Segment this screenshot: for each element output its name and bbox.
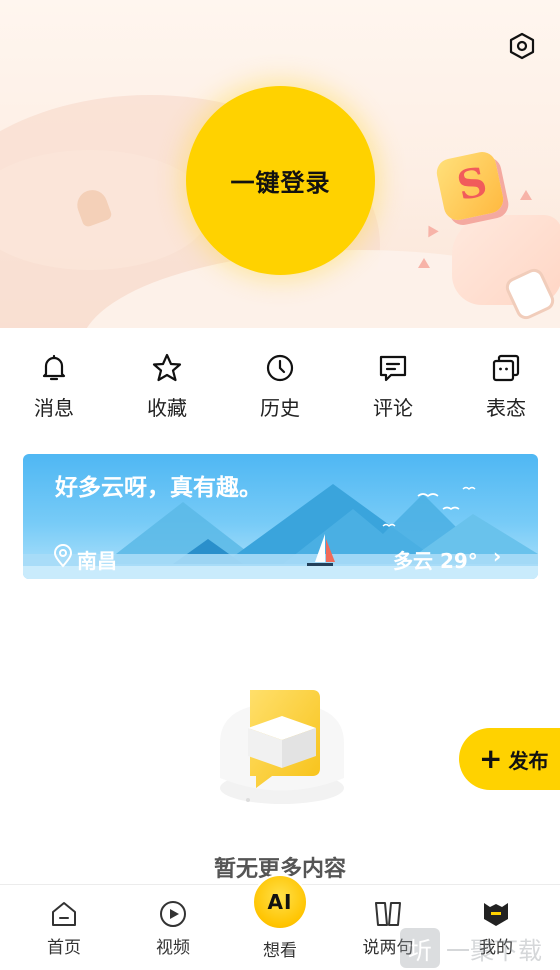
bell-icon <box>42 354 66 381</box>
quick-actions-bar: 消息 收藏 历史 评论 表态 <box>0 348 560 428</box>
hero-arrow-decoration <box>520 190 532 200</box>
action-history[interactable]: 历史 <box>240 348 320 428</box>
home-icon <box>52 902 76 926</box>
hero-arrow-decoration <box>418 258 430 268</box>
one-click-login-button[interactable]: 一键登录 <box>186 86 375 275</box>
location-pin-icon <box>53 544 73 568</box>
action-messages[interactable]: 消息 <box>14 348 94 428</box>
hero-arrow-decoration <box>423 222 439 238</box>
book-icon <box>375 902 401 926</box>
login-label: 一键登录 <box>230 169 331 197</box>
publish-button[interactable]: + 发布 <box>459 728 560 790</box>
play-circle-icon <box>160 901 186 927</box>
settings-button[interactable] <box>506 30 538 62</box>
brand-logo-sticker: S <box>434 149 506 223</box>
watermark-logo: 圻 <box>400 928 440 968</box>
weather-slogan: 好多云呀，真有趣。 <box>55 475 262 501</box>
publish-label: 发布 <box>508 748 549 773</box>
weather-condition: 多云 29° <box>393 549 478 573</box>
weather-card[interactable]: 好多云呀，真有趣。 南昌 多云 29° › <box>23 454 538 579</box>
watermark: 圻 一聚下载 <box>400 926 560 970</box>
plus-icon: + <box>479 742 503 775</box>
clock-icon <box>266 354 294 382</box>
action-label: 表态 <box>486 396 526 420</box>
weather-city: 南昌 <box>77 549 117 573</box>
nav-label: 首页 <box>47 938 81 958</box>
action-favorites[interactable]: 收藏 <box>127 348 207 428</box>
nav-label: 视频 <box>156 938 190 958</box>
nav-home[interactable]: 首页 <box>14 899 114 958</box>
settings-hexagon-icon <box>509 32 535 60</box>
action-reactions[interactable]: 表态 <box>466 348 546 428</box>
nav-label: 想看 <box>263 941 297 961</box>
chevron-right-icon: › <box>493 544 502 568</box>
nav-video[interactable]: 视频 <box>123 899 223 958</box>
reaction-icon <box>492 354 520 382</box>
action-label: 评论 <box>373 396 413 420</box>
star-icon <box>152 353 182 382</box>
ai-icon: AI <box>267 890 293 914</box>
action-comments[interactable]: 评论 <box>353 348 433 428</box>
action-label: 历史 <box>260 396 300 420</box>
action-label: 消息 <box>34 396 74 420</box>
nav-ai-button[interactable]: AI <box>252 874 308 930</box>
profile-icon <box>484 903 508 926</box>
watermark-text: 一聚下载 <box>446 936 542 965</box>
empty-box-illustration <box>220 690 344 804</box>
comment-icon <box>379 355 407 382</box>
action-label: 收藏 <box>147 396 187 420</box>
